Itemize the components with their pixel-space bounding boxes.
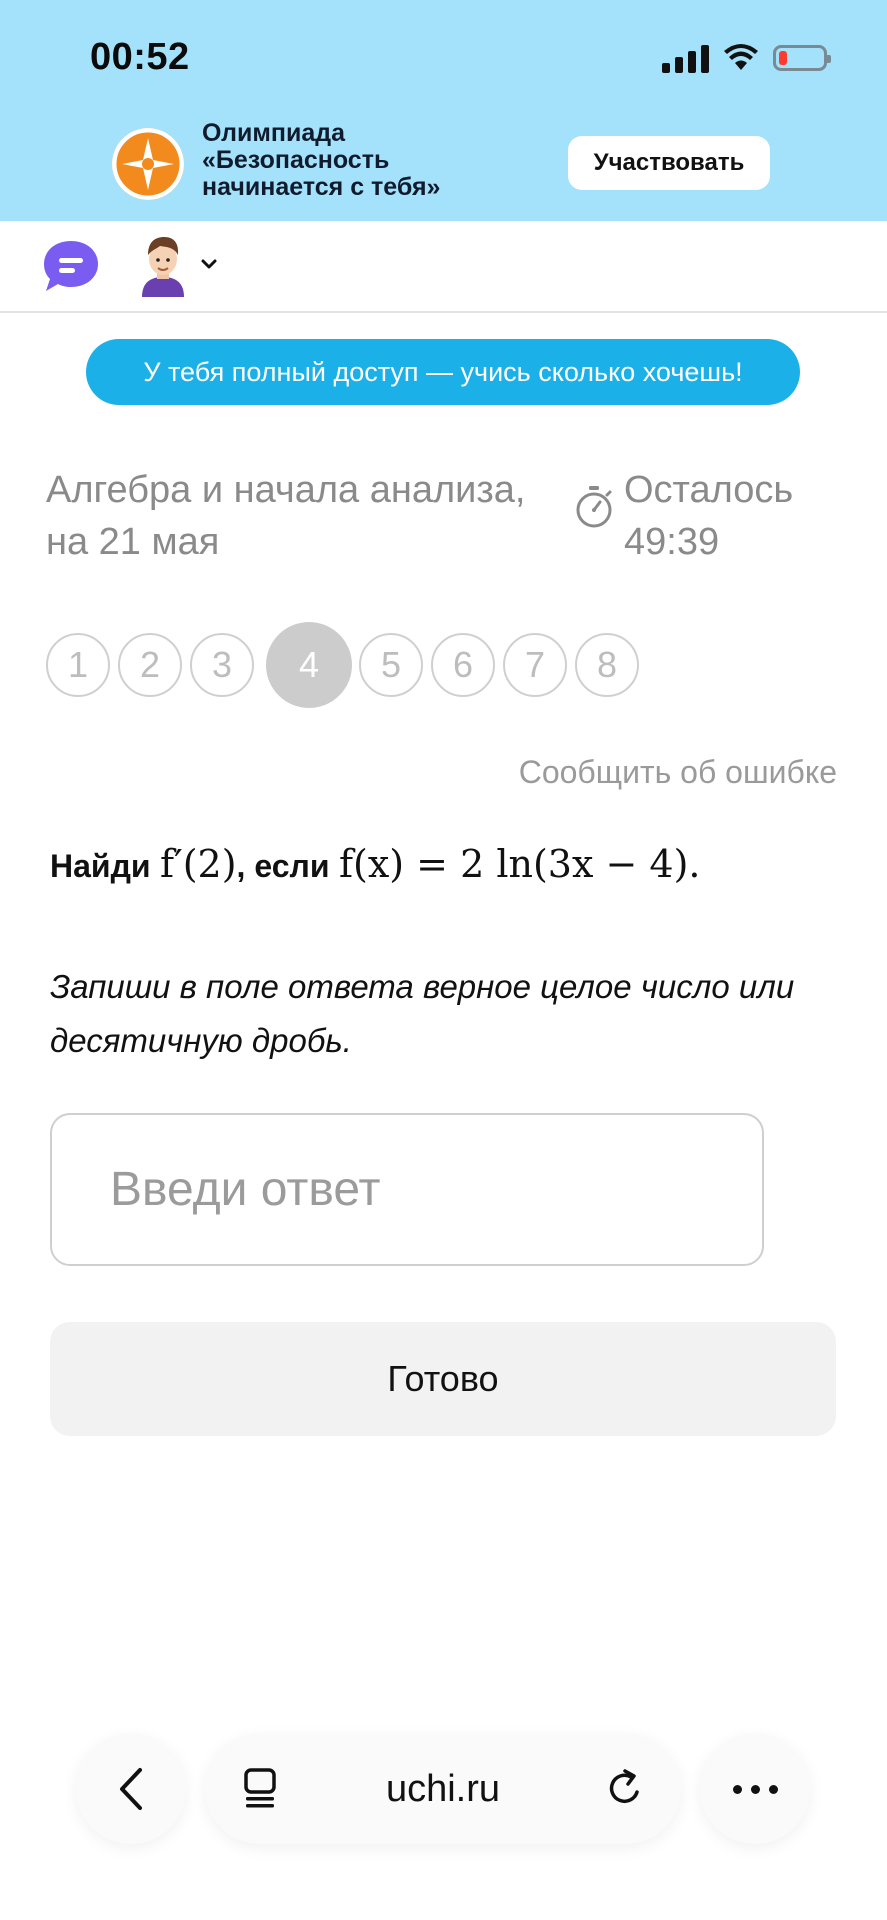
more-options-button[interactable] (700, 1734, 810, 1844)
more-dots-icon (768, 1784, 778, 1794)
olympiad-title-line: начинается с тебя» (202, 173, 441, 201)
question-button-7[interactable]: 7 (503, 633, 567, 697)
subject-line: Алгебра и начала анализа, (46, 469, 526, 511)
olympiad-title-line: Олимпиада (202, 119, 346, 147)
status-icons (662, 40, 831, 76)
reload-icon[interactable] (603, 1766, 647, 1810)
full-access-banner: У тебя полный доступ — учись сколько хоч… (86, 339, 800, 405)
subject-date: на 21 мая (46, 521, 220, 563)
question-button-5[interactable]: 5 (359, 633, 423, 697)
participate-button[interactable]: Участвовать (568, 136, 770, 190)
back-button[interactable] (76, 1734, 186, 1844)
browser-toolbar: uchi.ru (0, 1710, 887, 1860)
answer-instructions: Запиши в поле ответа верное целое число … (50, 968, 795, 1059)
question-button-6[interactable]: 6 (431, 633, 495, 697)
status-time: 00:52 (90, 36, 190, 78)
address-bar[interactable]: uchi.ru (205, 1734, 681, 1844)
answer-input[interactable] (50, 1113, 764, 1266)
task-statement: Найди f′(2) , если f(x) = 2 ln(3x − 4). (50, 842, 701, 886)
task-function-expression: f(x) = 2 ln(3x − 4). (338, 842, 701, 886)
timer-label: Осталось (624, 469, 794, 511)
task-if-word: , если (236, 848, 330, 884)
time-remaining: Осталось 49:39 (624, 464, 793, 568)
more-dots-icon (750, 1784, 760, 1794)
top-banner: 00:52 Олимпиада «Безопасность начинается… (0, 0, 887, 221)
olympiad-logo-icon[interactable] (112, 128, 184, 200)
question-button-2[interactable]: 2 (118, 633, 182, 697)
battery-icon (773, 45, 831, 71)
assignment-subject: Алгебра и начала анализа, на 21 мая (46, 464, 546, 568)
report-error-link[interactable]: Сообщить об ошибке (519, 754, 837, 791)
chevron-down-icon[interactable] (200, 255, 218, 273)
task-target-expression: f′(2) (160, 842, 237, 886)
chevron-left-icon (120, 1768, 142, 1810)
question-button-4-active[interactable]: 4 (266, 622, 352, 708)
chat-bubble-icon[interactable] (42, 239, 100, 293)
user-avatar[interactable] (136, 235, 190, 297)
more-dots-icon (732, 1784, 742, 1794)
question-button-3[interactable]: 3 (190, 633, 254, 697)
stopwatch-icon (576, 486, 612, 528)
olympiad-title[interactable]: Олимпиада «Безопасность начинается с теб… (202, 120, 440, 201)
app-navbar (0, 221, 887, 313)
timer-value: 49:39 (624, 521, 720, 563)
question-button-8[interactable]: 8 (575, 633, 639, 697)
olympiad-title-line: «Безопасность (202, 146, 390, 174)
cellular-signal-icon (662, 43, 709, 73)
done-button[interactable]: Готово (50, 1322, 836, 1436)
question-button-1[interactable]: 1 (46, 633, 110, 697)
wifi-icon (724, 44, 758, 70)
task-find-word: Найди (50, 848, 151, 884)
